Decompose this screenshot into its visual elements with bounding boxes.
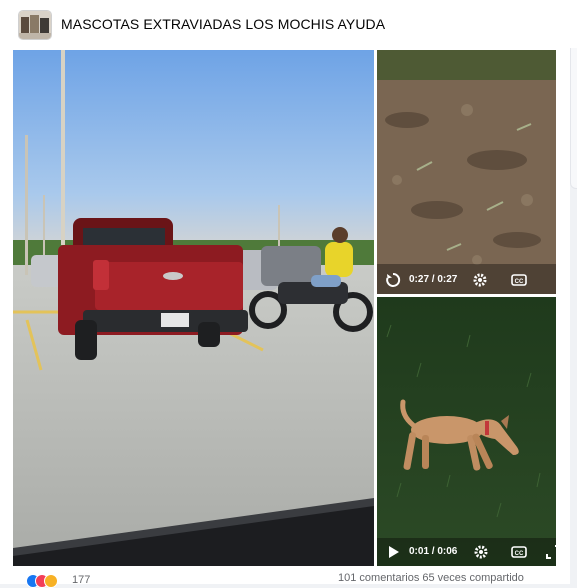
group-avatar[interactable] bbox=[18, 10, 52, 40]
video-controls: 0:01 / 0:06 CC bbox=[377, 538, 556, 566]
play-icon[interactable] bbox=[385, 544, 401, 560]
captions-icon[interactable]: CC bbox=[511, 544, 527, 560]
video-time: 0:27 / 0:27 bbox=[409, 274, 458, 285]
reaction-count[interactable]: 177 bbox=[72, 574, 90, 586]
parking-lot-photo[interactable] bbox=[13, 50, 374, 566]
post-footer: 177 101 comentarios 65 veces compartido bbox=[0, 572, 570, 588]
svg-text:CC: CC bbox=[515, 279, 524, 285]
video-player-dirt[interactable]: 0:27 / 0:27 CC bbox=[377, 50, 556, 294]
settings-icon[interactable] bbox=[473, 544, 489, 560]
care-icon bbox=[44, 574, 58, 588]
fullscreen-icon[interactable] bbox=[545, 544, 556, 560]
engagement-stats[interactable]: 101 comentarios 65 veces compartido bbox=[338, 572, 524, 584]
side-panel-edge bbox=[570, 48, 577, 189]
captions-icon[interactable]: CC bbox=[511, 272, 527, 288]
replay-icon[interactable] bbox=[385, 272, 401, 288]
group-header: MASCOTAS EXTRAVIADAS LOS MOCHIS AYUDA bbox=[0, 0, 577, 49]
settings-icon[interactable] bbox=[472, 272, 488, 288]
video-time: 0:01 / 0:06 bbox=[409, 546, 458, 557]
video-controls: 0:27 / 0:27 CC bbox=[377, 266, 556, 294]
svg-text:CC: CC bbox=[515, 551, 524, 557]
video-player-dog[interactable]: 0:01 / 0:06 CC bbox=[377, 297, 556, 566]
group-title[interactable]: MASCOTAS EXTRAVIADAS LOS MOCHIS AYUDA bbox=[61, 16, 385, 32]
